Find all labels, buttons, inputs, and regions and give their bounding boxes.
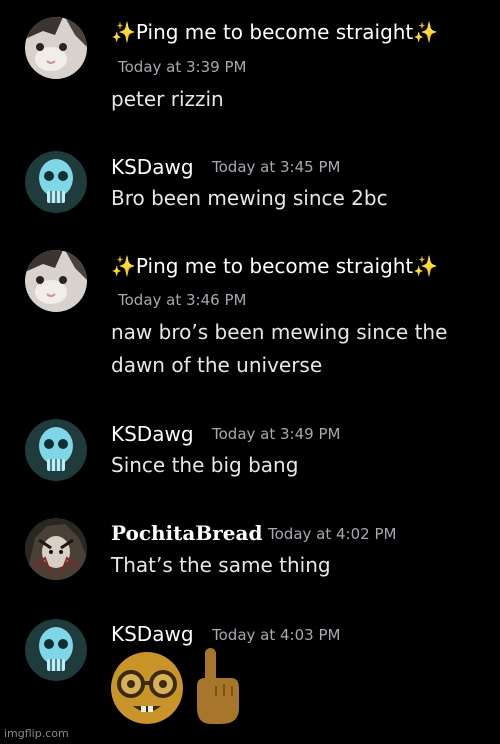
- message-text-line: naw bro’s been mewing since the: [111, 320, 448, 344]
- message-text-line: dawn of the universe: [111, 353, 323, 377]
- timestamp: Today at 4:03 PM: [212, 626, 341, 644]
- author-name[interactable]: PochitaBread: [111, 521, 262, 545]
- skull-avatar[interactable]: [25, 619, 87, 681]
- author-name[interactable]: ✨Ping me to become straight✨: [111, 20, 438, 44]
- timestamp: Today at 3:45 PM: [212, 158, 341, 176]
- pointing-up-icon: [197, 648, 239, 724]
- message-text: Bro been mewing since 2bc: [111, 186, 388, 210]
- message-text: peter rizzin: [111, 87, 224, 111]
- cat-avatar[interactable]: [25, 250, 87, 312]
- watermark: imgflip.com: [4, 727, 69, 740]
- author-name[interactable]: ✨Ping me to become straight✨: [111, 254, 438, 278]
- nerd-face-icon: [111, 652, 183, 724]
- timestamp: Today at 4:02 PM: [268, 525, 397, 543]
- author-name[interactable]: KSDawg: [111, 155, 194, 179]
- timestamp: Today at 3:49 PM: [212, 425, 341, 443]
- message-text: That’s the same thing: [111, 553, 331, 577]
- message-text: naw bro’s been mewing since the dawn of …: [111, 316, 481, 382]
- cat-avatar[interactable]: [25, 17, 87, 79]
- timestamp: Today at 3:46 PM: [118, 291, 247, 309]
- message-text: Since the big bang: [111, 453, 299, 477]
- author-name[interactable]: KSDawg: [111, 422, 194, 446]
- skull-avatar[interactable]: [25, 419, 87, 481]
- timestamp: Today at 3:39 PM: [118, 58, 247, 76]
- author-name[interactable]: KSDawg: [111, 622, 194, 646]
- skull-avatar[interactable]: [25, 151, 87, 213]
- anime-avatar[interactable]: [25, 518, 87, 580]
